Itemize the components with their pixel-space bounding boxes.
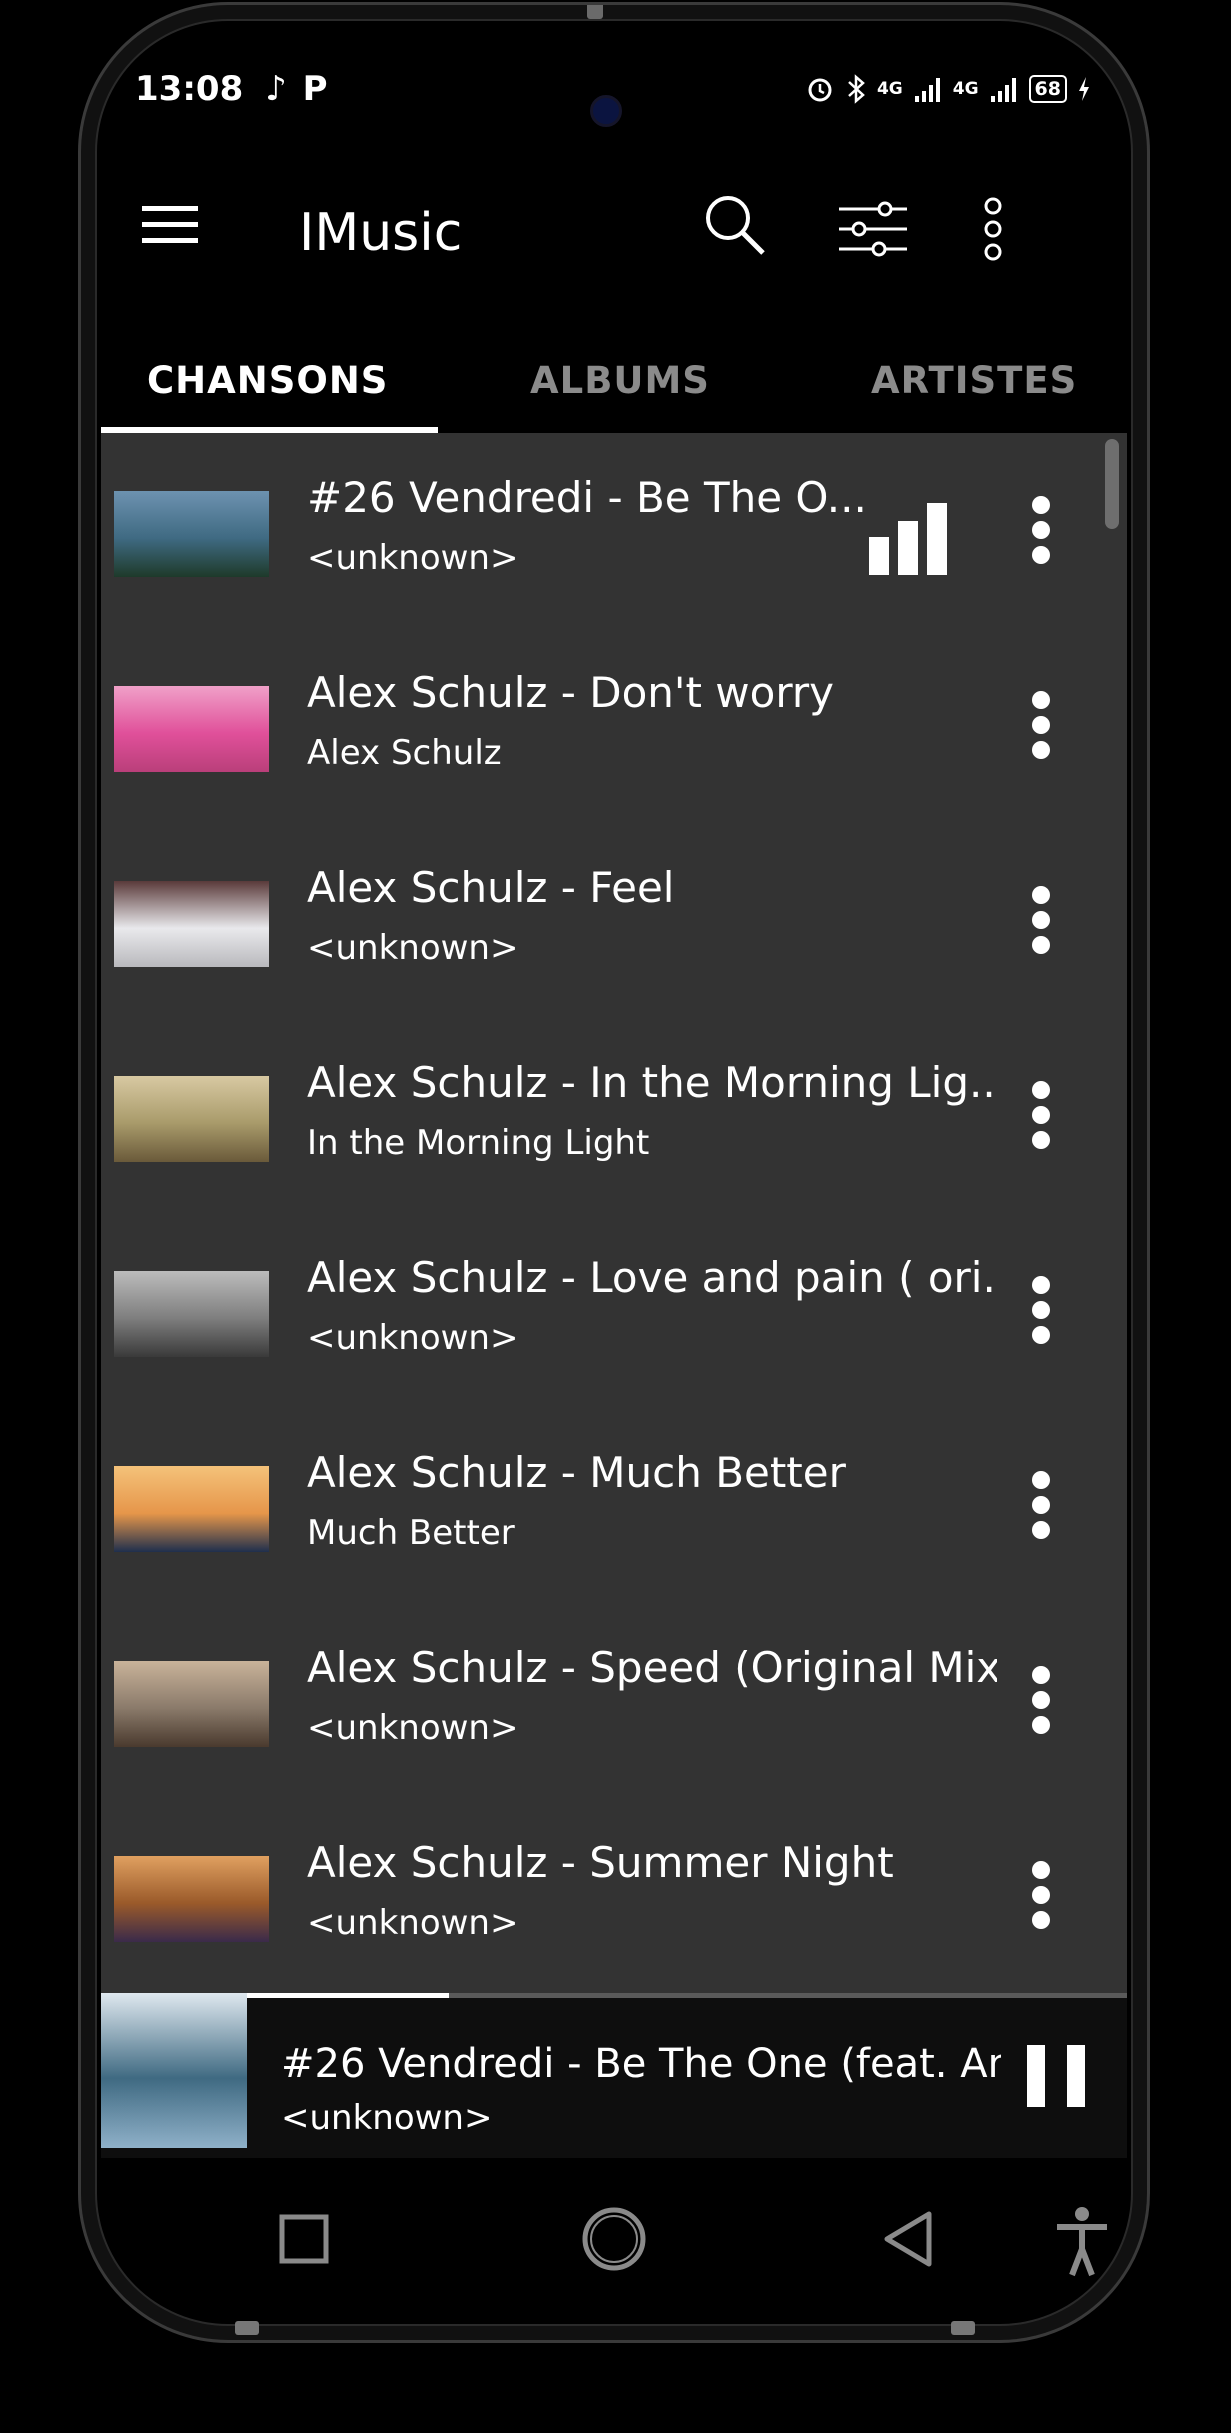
bluetooth-icon xyxy=(848,74,865,104)
menu-button[interactable] xyxy=(135,190,205,260)
now-playing-bars-icon xyxy=(869,503,949,575)
battery-level: 68 xyxy=(1028,75,1067,103)
phone-bottom-edge-left xyxy=(235,2321,259,2335)
signal-icon xyxy=(914,78,940,102)
song-title: Alex Schulz - Love and pain ( ori... xyxy=(307,1253,997,1302)
song-more-button[interactable] xyxy=(1019,1273,1063,1347)
home-button[interactable] xyxy=(569,2194,659,2284)
song-more-button[interactable] xyxy=(1019,883,1063,957)
song-artwork xyxy=(114,1856,269,1942)
song-artwork xyxy=(114,686,269,772)
song-list[interactable]: #26 Vendredi - Be The O... <unknown> Alex … xyxy=(101,433,1127,1993)
more-vertical-icon xyxy=(1032,496,1050,564)
song-artist: <unknown> xyxy=(307,1903,519,1943)
tab-chansons[interactable]: CHANSONS xyxy=(147,359,388,402)
signal-icon xyxy=(990,78,1016,102)
song-artist: Alex Schulz xyxy=(307,733,502,773)
more-vertical-icon xyxy=(1032,1861,1050,1929)
system-navigation-bar xyxy=(101,2158,1127,2320)
mini-player[interactable]: #26 Vendredi - Be The One (feat. Ana... … xyxy=(101,1993,1127,2158)
home-circle-icon xyxy=(582,2207,646,2271)
more-vertical-icon xyxy=(1032,1471,1050,1539)
status-time: 13:08 ♪ P xyxy=(135,69,328,109)
song-title: Alex Schulz - Don't worry xyxy=(307,668,834,717)
song-row[interactable]: Alex Schulz - Love and pain ( ori... <unk… xyxy=(101,1213,1127,1408)
song-row[interactable]: Alex Schulz - In the Morning Lig... In th… xyxy=(101,1018,1127,1213)
more-vertical-icon xyxy=(1032,691,1050,759)
more-vertical-icon xyxy=(1032,1081,1050,1149)
status-icons: 4G 4G 68 xyxy=(805,73,1091,105)
charging-icon xyxy=(1079,77,1089,101)
song-artwork xyxy=(114,1661,269,1747)
network-type-2: 4G xyxy=(952,79,979,99)
alarm-icon xyxy=(808,78,832,102)
song-artist: Much Better xyxy=(307,1513,515,1553)
more-vertical-icon xyxy=(984,197,1002,261)
song-artist: <unknown> xyxy=(307,1708,519,1748)
accessibility-button[interactable] xyxy=(1047,2194,1127,2284)
back-button[interactable] xyxy=(863,2194,953,2284)
front-camera xyxy=(590,95,622,127)
song-artwork xyxy=(114,1466,269,1552)
back-triangle-icon xyxy=(884,2211,932,2267)
equalizer-icon xyxy=(839,201,907,257)
phone-frame: 13:08 ♪ P 4G 4G 68 IMusic CHANSONS ALBUM… xyxy=(78,2,1150,2343)
pause-button[interactable] xyxy=(1021,2041,1091,2111)
phone-power-button xyxy=(1147,925,1150,1065)
song-row[interactable]: Alex Schulz - Don't worry Alex Schulz xyxy=(101,628,1127,823)
phone-bottom-edge-right xyxy=(951,2321,975,2335)
recents-square-icon xyxy=(279,2214,329,2264)
song-artist: <unknown> xyxy=(307,1318,519,1358)
now-playing-artist: <unknown> xyxy=(281,2098,493,2138)
song-artwork xyxy=(114,1076,269,1162)
song-row[interactable]: Alex Schulz - Feel <unknown> xyxy=(101,823,1127,1018)
music-note-icon: ♪ xyxy=(265,69,287,109)
song-title: Alex Schulz - Much Better xyxy=(307,1448,846,1497)
song-title: Alex Schulz - Speed (Original Mix) xyxy=(307,1643,997,1692)
equalizer-button[interactable] xyxy=(835,191,911,267)
more-options-button[interactable] xyxy=(963,191,1023,267)
song-title: Alex Schulz - Summer Night xyxy=(307,1838,894,1887)
song-row[interactable]: Alex Schulz - Speed (Original Mix) <unkno… xyxy=(101,1603,1127,1798)
menu-icon xyxy=(142,206,198,243)
more-vertical-icon xyxy=(1032,1666,1050,1734)
song-row[interactable]: #26 Vendredi - Be The O... <unknown> xyxy=(101,433,1127,628)
search-icon xyxy=(706,196,765,255)
song-artist: <unknown> xyxy=(307,538,519,578)
tab-artistes[interactable]: ARTISTES xyxy=(871,359,1077,402)
song-artist: <unknown> xyxy=(307,928,519,968)
now-playing-artwork xyxy=(101,1993,247,2148)
network-type-1: 4G xyxy=(876,79,903,99)
song-more-button[interactable] xyxy=(1019,1858,1063,1932)
parking-icon: P xyxy=(302,69,328,109)
accessibility-icon xyxy=(1057,2207,1107,2277)
app-title: IMusic xyxy=(299,203,463,263)
song-artwork xyxy=(114,1271,269,1357)
scrollbar-thumb[interactable] xyxy=(1105,439,1119,529)
tab-albums[interactable]: ALBUMS xyxy=(530,359,710,402)
more-vertical-icon xyxy=(1032,1276,1050,1344)
now-playing-title: #26 Vendredi - Be The One (feat. Ana... xyxy=(281,2041,1001,2087)
song-more-button[interactable] xyxy=(1019,493,1063,567)
playback-progress-bar xyxy=(247,1993,450,1998)
song-more-button[interactable] xyxy=(1019,1468,1063,1542)
phone-volume-button xyxy=(1147,475,1150,735)
song-row[interactable]: Alex Schulz - Much Better Much Better xyxy=(101,1408,1127,1603)
search-button[interactable] xyxy=(697,187,773,263)
song-more-button[interactable] xyxy=(1019,1078,1063,1152)
more-vertical-icon xyxy=(1032,886,1050,954)
song-artwork xyxy=(114,881,269,967)
song-more-button[interactable] xyxy=(1019,688,1063,762)
song-row[interactable]: Alex Schulz - Summer Night <unknown> xyxy=(101,1798,1127,1993)
recents-button[interactable] xyxy=(259,2194,349,2284)
song-artwork xyxy=(114,491,269,577)
phone-top-notch xyxy=(587,5,603,19)
pause-icon xyxy=(1027,2045,1085,2107)
screen: 13:08 ♪ P 4G 4G 68 IMusic CHANSONS ALBUM… xyxy=(101,25,1127,2320)
song-title: Alex Schulz - In the Morning Lig... xyxy=(307,1058,997,1107)
song-artist: In the Morning Light xyxy=(307,1123,650,1163)
song-title: Alex Schulz - Feel xyxy=(307,863,675,912)
song-more-button[interactable] xyxy=(1019,1663,1063,1737)
